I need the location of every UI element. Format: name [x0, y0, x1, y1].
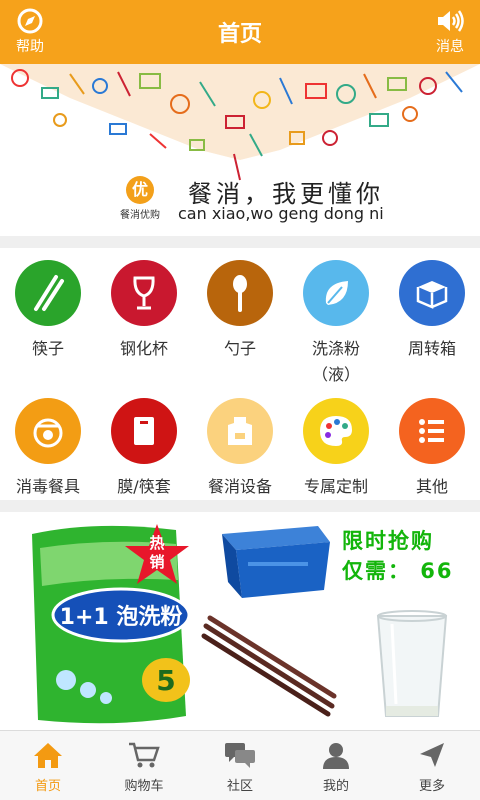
category-label: 其他: [415, 477, 448, 496]
category-others[interactable]: 其他: [384, 398, 480, 500]
tab-mine[interactable]: 我的: [288, 731, 384, 800]
category-label: 餐消设备: [207, 477, 272, 496]
tab-label: 首页: [34, 779, 61, 794]
category-equipment[interactable]: 餐消设备: [192, 398, 288, 500]
category-crate[interactable]: 周转箱: [384, 260, 480, 362]
tab-home[interactable]: 首页: [0, 731, 96, 800]
tab-label: 购物车: [124, 779, 164, 794]
category-spoon[interactable]: 勺子: [192, 260, 288, 362]
flash-sale-price: 仅需： 66: [342, 559, 454, 583]
hot-sale-badge: 热销: [122, 522, 192, 592]
chat-icon: [192, 739, 288, 771]
category-label: 钢化杯: [119, 339, 168, 358]
category-film-sleeve[interactable]: 膜/筷套: [96, 398, 192, 500]
category-chopsticks[interactable]: 筷子: [0, 260, 96, 362]
category-detergent[interactable]: 洗涤粉 （液）: [288, 260, 384, 388]
section-divider: [0, 500, 480, 512]
home-icon: [0, 739, 96, 771]
brand-name: 餐消优购: [120, 210, 160, 221]
speaker-icon: [420, 6, 480, 36]
category-label: 膜/筷套: [117, 477, 171, 496]
category-disinfected-tableware[interactable]: 消毒餐具: [0, 398, 96, 500]
detergent-number: 5: [156, 664, 175, 697]
tab-community[interactable]: 社区: [192, 731, 288, 800]
bag-icon: [111, 398, 177, 464]
category-label-line1: 洗涤粉: [311, 339, 360, 358]
wine-glass-icon: [111, 260, 177, 326]
apron-icon: [207, 398, 273, 464]
brand-logo-mark: 优: [126, 176, 154, 204]
detergent-brand-text: 1+1 泡洗粉: [60, 604, 183, 630]
leaf-icon: [303, 260, 369, 326]
chopsticks-product-image[interactable]: [200, 610, 340, 720]
banner-carousel[interactable]: 优 餐消优购 餐消，我更懂你 can xiao,wo geng dong ni: [0, 64, 480, 236]
glass-cup-product-image[interactable]: [372, 608, 452, 728]
chopsticks-icon: [15, 260, 81, 326]
category-label-line2: （液）: [311, 365, 360, 384]
spoon-icon: [207, 260, 273, 326]
crate-product-image[interactable]: [218, 520, 330, 600]
tab-cart[interactable]: 购物车: [96, 731, 192, 800]
tab-label: 更多: [418, 779, 445, 794]
hot-sale-label: 热销: [149, 534, 165, 571]
user-icon: [288, 739, 384, 771]
messages-button[interactable]: 消息: [420, 6, 480, 56]
page-title: 首页: [217, 22, 262, 47]
palette-icon: [303, 398, 369, 464]
tab-label: 社区: [226, 779, 253, 794]
category-label: 筷子: [31, 339, 64, 358]
promo-section: 1+1 泡洗粉 5 热销 限时抢购 仅需： 66: [0, 512, 480, 730]
category-custom[interactable]: 专属定制: [288, 398, 384, 500]
section-divider: [0, 236, 480, 248]
list-icon: [399, 398, 465, 464]
category-label: 专属定制: [303, 477, 368, 496]
category-label: 勺子: [223, 339, 256, 358]
flash-sale-title: 限时抢购: [342, 529, 434, 553]
top-app-bar: 帮助 首页 消息: [0, 0, 480, 64]
brand-logo: 优 餐消优购: [114, 176, 166, 221]
send-icon: [384, 739, 480, 771]
tab-label: 我的: [322, 779, 349, 794]
messages-label: 消息: [436, 39, 464, 55]
category-label: 洗涤粉 （液）: [288, 336, 384, 388]
category-tempered-cup[interactable]: 钢化杯: [96, 260, 192, 362]
category-label: 周转箱: [407, 339, 456, 358]
box-icon: [399, 260, 465, 326]
tab-more[interactable]: 更多: [384, 731, 480, 800]
bottom-tab-bar: 首页 购物车 社区 我的 更多: [0, 730, 480, 800]
slogan-pinyin: can xiao,wo geng dong ni: [178, 204, 384, 223]
category-grid: 筷子 钢化杯 勺子 洗涤粉 （液） 周转箱 消毒餐具 膜/筷套 餐消设备 专属定…: [0, 248, 480, 500]
flash-sale-text[interactable]: 限时抢购 仅需： 66: [342, 526, 454, 586]
cart-icon: [96, 739, 192, 771]
dish-icon: [15, 398, 81, 464]
category-label: 消毒餐具: [15, 477, 80, 496]
